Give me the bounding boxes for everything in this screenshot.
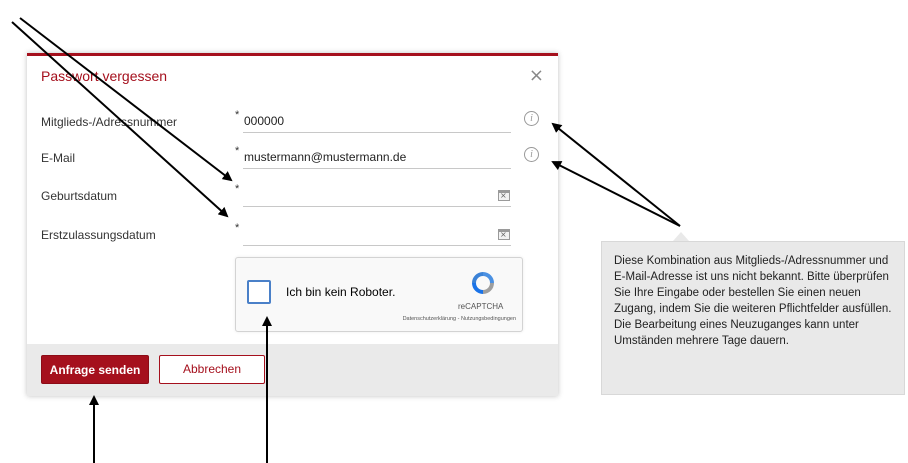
info-icon[interactable]: i bbox=[524, 111, 539, 126]
recaptcha-widget: Ich bin kein Roboter. reCAPTCHA Datensch… bbox=[235, 257, 523, 332]
captcha-links[interactable]: Datenschutzerklärung - Nutzungsbedingung… bbox=[403, 316, 516, 322]
field-label: Geburtsdatum bbox=[41, 189, 118, 203]
calendar-icon[interactable] bbox=[498, 229, 510, 240]
error-tooltip: Diese Kombination aus Mitglieds-/Adressn… bbox=[601, 241, 905, 395]
first-registration-date-input[interactable] bbox=[243, 222, 511, 246]
email-input[interactable]: mustermann@mustermann.de bbox=[243, 145, 511, 169]
member-number-input[interactable]: 000000 bbox=[243, 109, 511, 133]
field-label: Erstzulassungsdatum bbox=[41, 228, 156, 242]
field-row-birthdate: Geburtsdatum * bbox=[27, 183, 558, 213]
required-marker: * bbox=[235, 109, 240, 121]
field-row-member-number: Mitglieds-/Adressnummer * 000000 i bbox=[27, 109, 558, 139]
captcha-checkbox[interactable] bbox=[247, 280, 271, 304]
annotation-arrow bbox=[551, 161, 681, 227]
captcha-label: Ich bin kein Roboter. bbox=[286, 285, 396, 299]
forgot-password-dialog: Passwort vergessen × Mitglieds-/Adressnu… bbox=[27, 53, 558, 396]
calendar-icon[interactable] bbox=[498, 190, 510, 201]
dialog-title: Passwort vergessen bbox=[41, 68, 168, 84]
tooltip-caret bbox=[673, 232, 689, 241]
required-marker: * bbox=[235, 145, 240, 157]
annotation-arrow bbox=[551, 122, 681, 227]
recaptcha-logo-icon bbox=[472, 272, 494, 294]
field-label: Mitglieds-/Adressnummer bbox=[41, 115, 178, 129]
required-marker: * bbox=[235, 222, 240, 234]
field-row-email: E-Mail * mustermann@mustermann.de i bbox=[27, 145, 558, 175]
captcha-brand: reCAPTCHA bbox=[458, 302, 504, 311]
info-icon[interactable]: i bbox=[524, 147, 539, 162]
field-label: E-Mail bbox=[41, 151, 76, 165]
close-icon[interactable]: × bbox=[529, 67, 544, 85]
birthdate-input[interactable] bbox=[243, 183, 511, 207]
dialog-footer: Anfrage senden Abbrechen bbox=[27, 344, 558, 396]
submit-request-button[interactable]: Anfrage senden bbox=[41, 355, 149, 384]
required-marker: * bbox=[235, 183, 240, 195]
field-row-first-registration-date: Erstzulassungsdatum * bbox=[27, 222, 558, 252]
cancel-button[interactable]: Abbrechen bbox=[159, 355, 265, 384]
